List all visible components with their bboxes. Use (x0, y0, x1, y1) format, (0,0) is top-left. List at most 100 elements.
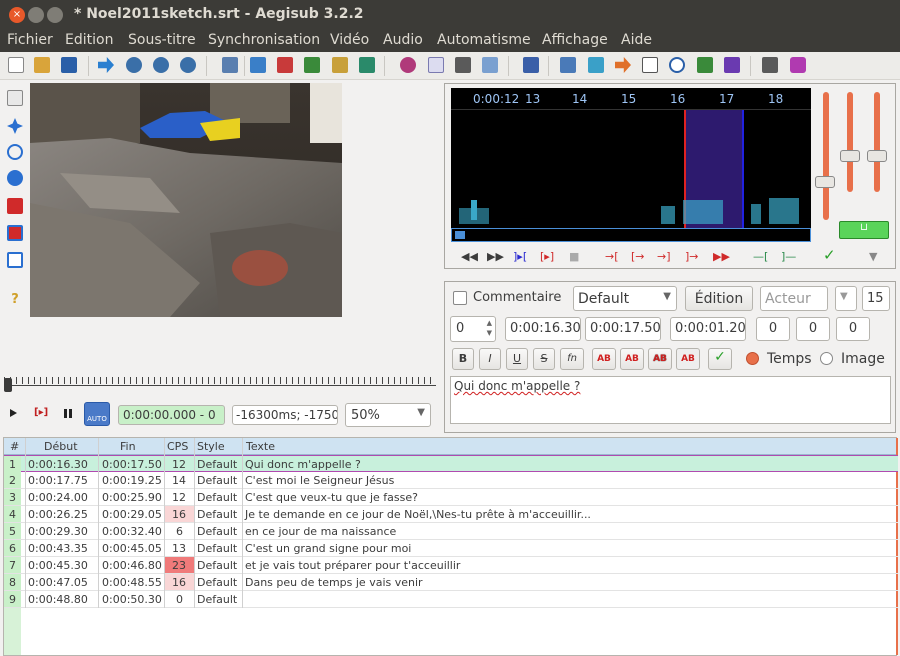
zoom-out-icon[interactable] (153, 57, 169, 73)
table-row[interactable]: 1 0:00:16.30 0:00:17.50 12 Default Qui d… (4, 455, 898, 472)
margin-vertical-field[interactable]: 0 (836, 317, 870, 341)
menu-edition[interactable]: Edition (65, 32, 113, 48)
play-to-end-icon[interactable]: ▶▶ (713, 250, 730, 263)
link-sliders-button[interactable]: ⊔ (839, 221, 889, 239)
resample-icon[interactable] (560, 57, 576, 73)
rotate-xy-icon[interactable] (7, 170, 23, 186)
attachments-icon[interactable] (455, 57, 471, 73)
spell-check-icon[interactable] (724, 57, 740, 73)
table-row[interactable]: 8 0:00:47.05 0:00:48.55 16 Default Dans … (4, 574, 898, 591)
styles-icon[interactable] (400, 57, 416, 73)
table-row[interactable]: 5 0:00:29.30 0:00:32.40 6 Default en ce … (4, 523, 898, 540)
play-start-icon[interactable]: [→ (631, 250, 645, 263)
edit-style-button[interactable]: Édition (685, 286, 753, 311)
new-file-icon[interactable] (8, 57, 24, 73)
translation-icon[interactable] (697, 57, 713, 73)
menu-video[interactable]: Vidéo (330, 32, 369, 48)
menu-audio[interactable]: Audio (383, 32, 423, 48)
play-end-icon[interactable]: →] (657, 250, 671, 263)
video-time-field[interactable]: 0:00:00.000 - 0 (118, 405, 225, 425)
subtitle-text-editor[interactable]: Qui donc m'appelle ? (450, 376, 891, 424)
col-text[interactable]: Texte (246, 440, 275, 453)
volume-slider[interactable] (847, 92, 853, 192)
play-after-icon[interactable]: ]→ (685, 250, 699, 263)
standard-tool-icon[interactable] (7, 90, 23, 106)
scale-tool-icon[interactable] (7, 198, 23, 214)
find-icon[interactable] (180, 57, 196, 73)
next-line-icon[interactable]: ▶▶ (487, 250, 504, 263)
start-time-field[interactable]: 0:00:16.30 (505, 317, 581, 341)
menu-fichier[interactable]: Fichier (7, 32, 53, 48)
col-style[interactable]: Style (197, 440, 225, 453)
margin-count-field[interactable]: 15 (862, 286, 890, 311)
primary-color-button[interactable]: AB (592, 348, 616, 370)
properties-icon[interactable] (428, 57, 444, 73)
save-icon[interactable] (61, 57, 77, 73)
open-file-icon[interactable] (34, 57, 50, 73)
clock-icon[interactable] (669, 57, 685, 73)
pause-icon[interactable] (64, 409, 72, 418)
col-cps[interactable]: CPS (167, 440, 188, 453)
chevron-down-icon[interactable]: ▼ (869, 250, 877, 263)
menu-aide[interactable]: Aide (621, 32, 652, 48)
maximize-window-button[interactable] (47, 7, 63, 23)
close-window-button[interactable]: × (9, 7, 25, 23)
table-row[interactable]: 2 0:00:17.75 0:00:19.25 14 Default C'est… (4, 472, 898, 489)
col-end[interactable]: Fin (120, 440, 136, 453)
zoom-select[interactable]: 50% ▼ (345, 403, 431, 427)
zoom-in-icon[interactable] (126, 57, 142, 73)
commit-icon[interactable]: ✓ (823, 246, 836, 264)
play-selection-icon[interactable]: ]▸[ (513, 250, 527, 263)
audio-spectrum[interactable]: 0:00:12 13 14 15 16 17 18 (451, 88, 811, 242)
play-icon[interactable] (10, 409, 17, 417)
actor-field[interactable]: Acteur (760, 286, 828, 311)
open-video-icon[interactable] (250, 57, 266, 73)
stop-icon[interactable]: ■ (569, 250, 579, 263)
audio-scrollbar[interactable] (451, 228, 811, 242)
table-row[interactable]: 4 0:00:26.25 0:00:29.05 16 Default Je te… (4, 506, 898, 523)
commit-button[interactable]: ✓ (708, 348, 732, 370)
play-line-icon[interactable]: [▸] (540, 250, 554, 263)
leadout-icon[interactable]: ]— (781, 250, 796, 263)
seek-thumb[interactable] (4, 378, 12, 392)
find-replace-icon[interactable] (222, 57, 238, 73)
table-row[interactable]: 3 0:00:24.00 0:00:25.90 12 Default C'est… (4, 489, 898, 506)
fonts-icon[interactable] (482, 57, 498, 73)
time-radio[interactable] (746, 352, 759, 365)
clip-tool-icon[interactable] (7, 225, 23, 241)
vertical-zoom-slider[interactable] (874, 92, 880, 192)
keyframes-icon[interactable] (359, 57, 375, 73)
video-display[interactable] (30, 83, 342, 317)
col-start[interactable]: Début (44, 440, 78, 453)
help-icon[interactable]: ? (7, 292, 23, 308)
shift-times-icon[interactable] (615, 57, 631, 73)
menu-synchronisation[interactable]: Synchronisation (208, 32, 320, 48)
strikeout-button[interactable]: S (533, 348, 555, 370)
menu-affichage[interactable]: Affichage (542, 32, 608, 48)
font-button[interactable]: fn (560, 348, 584, 370)
menu-sous-titre[interactable]: Sous-titre (128, 32, 196, 48)
menu-automatisme[interactable]: Automatisme (437, 32, 531, 48)
automation-icon[interactable] (523, 57, 539, 73)
volume-slider-handle[interactable] (840, 150, 860, 162)
actor-dropdown[interactable]: ▼ (835, 286, 857, 311)
col-number[interactable]: # (10, 440, 19, 453)
film-strip-icon[interactable] (332, 57, 348, 73)
spinner-arrows-icon[interactable]: ▲ ▼ (487, 318, 492, 338)
select-lines-icon[interactable] (642, 57, 658, 73)
margin-left-field[interactable]: 0 (756, 317, 790, 341)
video-offset-field[interactable]: -16300ms; -1750 (232, 405, 338, 425)
comment-checkbox[interactable] (453, 291, 467, 305)
table-row[interactable]: 9 0:00:48.80 0:00:50.30 0 Default (4, 591, 898, 608)
play-before-icon[interactable]: →[ (605, 250, 619, 263)
tools-icon[interactable] (762, 57, 778, 73)
italic-button[interactable]: I (479, 348, 501, 370)
zoom-slider-handle[interactable] (815, 176, 835, 188)
auto-scroll-button[interactable]: AUTO (84, 402, 110, 426)
audio-zoom-slider[interactable] (823, 92, 829, 220)
jump-to-icon[interactable] (98, 57, 114, 73)
bold-button[interactable]: B (452, 348, 474, 370)
layer-spinner[interactable]: 0 ▲ ▼ (450, 316, 496, 342)
shadow-color-button[interactable]: AB (676, 348, 700, 370)
duration-field[interactable]: 0:00:01.20 (670, 317, 746, 341)
